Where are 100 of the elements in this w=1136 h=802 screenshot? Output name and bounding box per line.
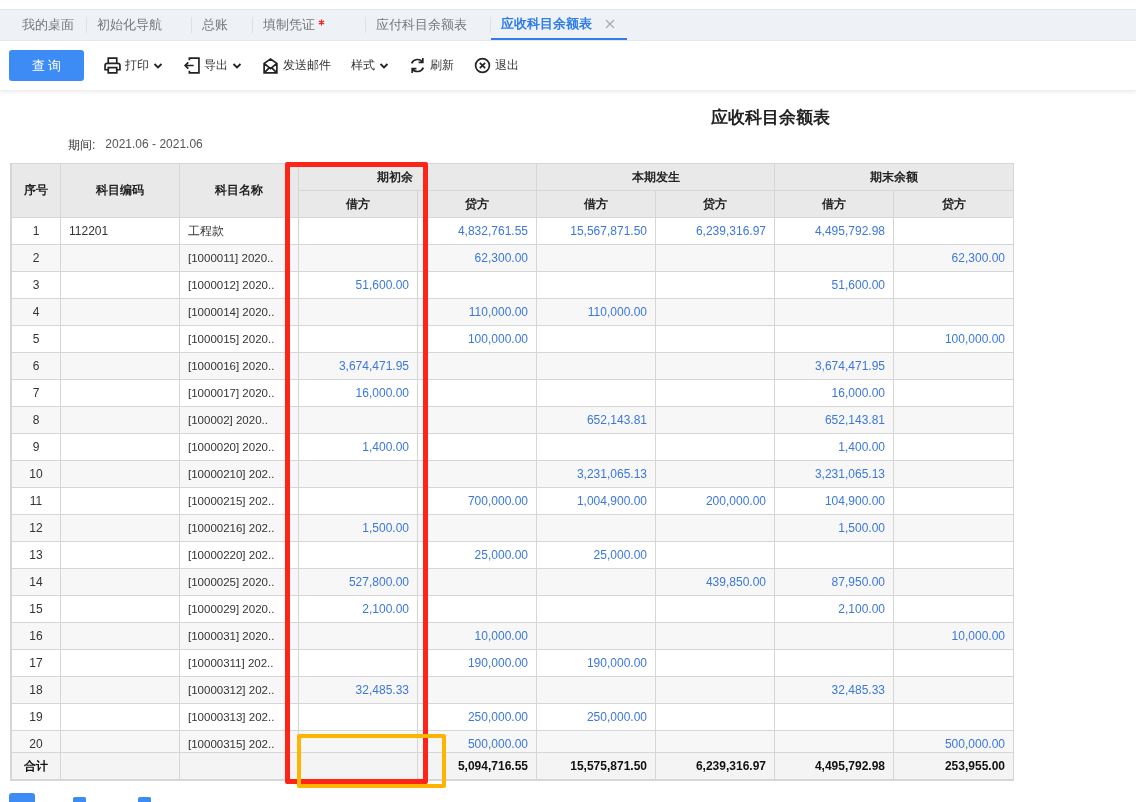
column-header: 借方 (774, 190, 894, 218)
period-value: 2021.06 - 2021.06 (105, 137, 203, 153)
toolbar-button[interactable]: 样式 (343, 51, 397, 80)
toolbar-button[interactable]: 发送邮件 (254, 51, 339, 80)
table-cell: 527,800.00 (298, 568, 418, 596)
toolbar-button[interactable]: 导出 (175, 51, 250, 80)
table-cell: 2,100.00 (774, 595, 894, 623)
column-header: 科目编码 (60, 163, 180, 218)
table-cell: 15 (11, 595, 61, 623)
tab[interactable]: 我的桌面 (12, 10, 86, 40)
table-cell: 250,000.00 (536, 703, 656, 731)
column-group-header: 期初余 (298, 163, 537, 191)
table-cell: 15,567,871.50 (536, 217, 656, 245)
table-cell: 1 (11, 217, 61, 245)
table-cell: 3 (11, 271, 61, 299)
table-cell: [1000012] 2020.. (179, 271, 299, 299)
table-cell: 1,400.00 (774, 433, 894, 461)
table-cell: 3,674,471.95 (298, 352, 418, 380)
table-cell: 253,955.00 (893, 752, 1013, 780)
table-cell: 7 (11, 379, 61, 407)
table-cell: 652,143.81 (536, 406, 656, 434)
tab[interactable]: 应付科目余额表 (366, 10, 490, 40)
table-cell: 200,000.00 (655, 487, 775, 515)
table-cell: [10000215] 202.. (179, 487, 299, 515)
table-cell: [1000015] 2020.. (179, 325, 299, 353)
table-cell: 190,000.00 (536, 649, 656, 677)
table-cell: 439,850.00 (655, 568, 775, 596)
table-cell: 6,239,316.97 (655, 752, 775, 780)
table-cell: 5 (11, 325, 61, 353)
column-header: 借方 (536, 190, 656, 218)
tab[interactable]: 初始化导航 (87, 10, 191, 40)
table-cell: 16,000.00 (298, 379, 418, 407)
table-cell: [1000020] 2020.. (179, 433, 299, 461)
table-cell: 3,231,065.13 (774, 460, 894, 488)
column-header: 科目名称 (179, 163, 299, 218)
table-cell: [1000017] 2020.. (179, 379, 299, 407)
column-header: 贷方 (893, 190, 1013, 218)
table-cell: 10,000.00 (893, 622, 1013, 650)
table-cell: 3,231,065.13 (536, 460, 656, 488)
envelope-icon (262, 57, 279, 74)
period-label: 期间: (68, 137, 96, 153)
table-cell: 16 (11, 622, 61, 650)
toolbar-button[interactable]: 刷新 (401, 51, 462, 80)
toolbar-button[interactable]: 打印 (96, 51, 171, 80)
table-cell: 62,300.00 (893, 244, 1013, 272)
table-cell: [1000029] 2020.. (179, 595, 299, 623)
tab[interactable]: 应收科目余额表 (491, 10, 627, 40)
table-cell: 1,400.00 (298, 433, 418, 461)
tab[interactable]: 填制凭证 (253, 10, 365, 40)
query-button[interactable]: 查 询 (9, 50, 84, 81)
table-cell: 1,004,900.00 (536, 487, 656, 515)
table-cell: [10000311] 202.. (179, 649, 299, 677)
table-cell: [10000220] 202.. (179, 541, 299, 569)
close-circle-icon (474, 57, 491, 74)
table-cell: 700,000.00 (417, 487, 537, 515)
table-cell: 104,900.00 (774, 487, 894, 515)
table-cell: 合计 (11, 752, 61, 780)
close-icon[interactable] (605, 19, 615, 29)
table-cell: 19 (11, 703, 61, 731)
column-group-header: 期末余额 (774, 163, 1013, 191)
table-cell: 652,143.81 (774, 406, 894, 434)
table-cell: 18 (11, 676, 61, 704)
page-button[interactable] (9, 793, 35, 802)
export-icon (183, 57, 200, 74)
table-cell: 32,485.33 (774, 676, 894, 704)
table-cell: 4,495,792.98 (774, 752, 894, 780)
table-cell: [10000313] 202.. (179, 703, 299, 731)
table-cell: 110,000.00 (536, 298, 656, 326)
toolbar-button[interactable]: 退出 (466, 51, 527, 80)
report-title: 应收科目余额表 (710, 107, 831, 129)
tab[interactable]: 总账 (192, 10, 252, 40)
table-cell: 17 (11, 649, 61, 677)
table-cell: 13 (11, 541, 61, 569)
table-cell: 9 (11, 433, 61, 461)
table-cell: 20 (11, 730, 61, 753)
table-cell: 100,000.00 (417, 325, 537, 353)
table-cell: 6 (11, 352, 61, 380)
table-cell: 4 (11, 298, 61, 326)
table-cell: 14 (11, 568, 61, 596)
table-cell: 12 (11, 514, 61, 542)
table-cell: 4,832,761.55 (417, 217, 537, 245)
table-cell: 87,950.00 (774, 568, 894, 596)
column-header: 贷方 (655, 190, 775, 218)
table-cell: 8 (11, 406, 61, 434)
table-cell: 11 (11, 487, 61, 515)
table-cell: 250,000.00 (417, 703, 537, 731)
refresh-icon (409, 57, 426, 74)
table-cell: 2 (11, 244, 61, 272)
printer-icon (104, 57, 121, 74)
table-cell: 25,000.00 (536, 541, 656, 569)
table-cell: 3,674,471.95 (774, 352, 894, 380)
table-cell: 2,100.00 (298, 595, 418, 623)
table-cell: 10 (11, 460, 61, 488)
table-cell: 190,000.00 (417, 649, 537, 677)
table-cell: 4,495,792.98 (774, 217, 894, 245)
table-cell: 51,600.00 (774, 271, 894, 299)
table-cell: 6,239,316.97 (655, 217, 775, 245)
table-cell: 51,600.00 (298, 271, 418, 299)
table-cell: 16,000.00 (774, 379, 894, 407)
table-cell: 工程款 (179, 217, 299, 245)
